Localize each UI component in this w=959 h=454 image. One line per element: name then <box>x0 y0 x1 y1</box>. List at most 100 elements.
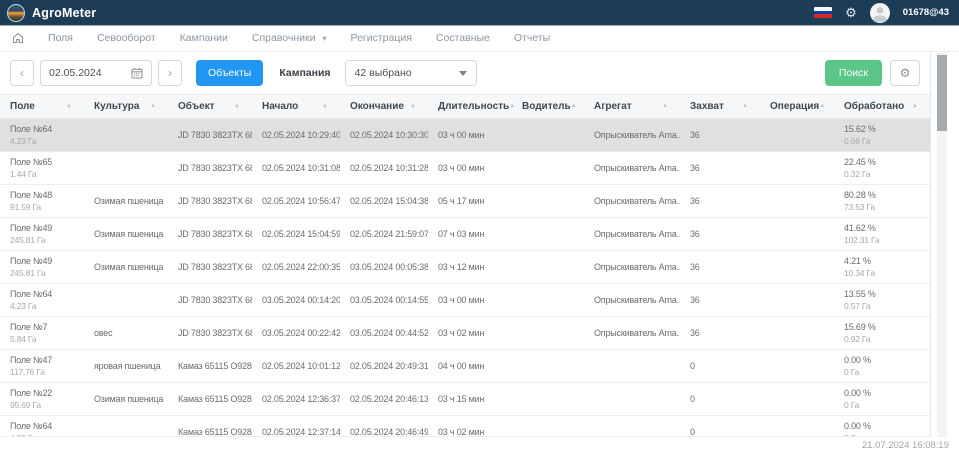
cell-start: 02.05.2024 10:01:12 <box>252 349 340 382</box>
table-row[interactable]: Поле №64 4.23 Га JD 7830 3823TX 68 03.05… <box>0 283 930 316</box>
table-row[interactable]: Поле №49 245.81 Га Озимая пшеница JD 783… <box>0 250 930 283</box>
column-header-duration[interactable]: Длительность▲ <box>428 95 512 118</box>
cell-width: 0 <box>680 382 760 415</box>
cell-width: 36 <box>680 316 760 349</box>
cell-operation <box>760 184 834 217</box>
cell-duration: 03 ч 00 мин <box>428 151 512 184</box>
cell-width: 36 <box>680 250 760 283</box>
column-header-operation[interactable]: Операция▲ <box>760 95 834 118</box>
cell-processed: 0.00 % 0 Га <box>834 349 930 382</box>
cell-processed: 15.62 % 0.66 Га <box>834 118 930 151</box>
cell-start: 02.05.2024 12:37:14 <box>252 415 340 436</box>
cell-object: JD 7830 3823TX 68 <box>168 250 252 283</box>
cell-driver <box>512 382 584 415</box>
app-title: AgroMeter <box>32 6 96 20</box>
chevron-down-icon: ▾ <box>323 34 327 43</box>
cell-duration: 03 ч 12 мин <box>428 250 512 283</box>
settings-gear-icon[interactable]: ⚙ <box>845 6 857 19</box>
cell-start: 03.05.2024 00:22:42 <box>252 316 340 349</box>
cell-processed: 0.00 % 0 Га <box>834 415 930 436</box>
nav-label: Отчеты <box>514 32 550 44</box>
operations-table: Поле▲ Культура▲ Объект▲ Начало▲ Окончани… <box>0 95 930 436</box>
column-header-processed[interactable]: Обработано▲ <box>834 95 930 118</box>
column-header-start[interactable]: Начало▲ <box>252 95 340 118</box>
cell-processed: 41.62 % 102.31 Га <box>834 217 930 250</box>
date-input[interactable]: 02.05.2024 <box>40 60 152 86</box>
sort-icon: ▲ <box>662 103 668 109</box>
cell-end: 03.05.2024 00:14:55 <box>340 283 428 316</box>
content-area: ‹ 02.05.2024 › Объекты Кампания 42 выбра… <box>0 52 931 437</box>
table-row[interactable]: Поле №7 5.84 Га овес JD 7830 3823TX 68 0… <box>0 316 930 349</box>
campaign-label: Кампания <box>279 67 330 79</box>
table-header-row: Поле▲ Культура▲ Объект▲ Начало▲ Окончани… <box>0 95 930 118</box>
nav-item-registration[interactable]: Регистрация <box>351 32 412 44</box>
cell-object: JD 7830 3823TX 68 <box>168 118 252 151</box>
column-header-field[interactable]: Поле▲ <box>0 95 84 118</box>
scrollbar-thumb[interactable] <box>937 55 947 131</box>
table-row[interactable]: Поле №64 4.23 Га Камаз 65115 О928МС... 0… <box>0 415 930 436</box>
cell-operation <box>760 118 834 151</box>
date-next-button[interactable]: › <box>158 60 182 86</box>
user-avatar[interactable] <box>870 3 890 23</box>
username[interactable]: 01678@43 <box>903 7 949 18</box>
cell-culture: Озимая пшеница <box>84 382 168 415</box>
cell-processed: 22.45 % 0.32 Га <box>834 151 930 184</box>
nav-home[interactable] <box>12 32 24 44</box>
column-header-implement[interactable]: Агрегат▲ <box>584 95 680 118</box>
cell-operation <box>760 217 834 250</box>
cell-end: 03.05.2024 00:05:38 <box>340 250 428 283</box>
column-header-width[interactable]: Захват▲ <box>680 95 760 118</box>
nav-item-reports[interactable]: Отчеты <box>514 32 550 44</box>
column-header-end[interactable]: Окончание▲ <box>340 95 428 118</box>
cell-driver <box>512 184 584 217</box>
cell-object: Камаз 65115 О928МС... <box>168 382 252 415</box>
table-row[interactable]: Поле №48 91.59 Га Озимая пшеница JD 7830… <box>0 184 930 217</box>
brand: AgroMeter <box>7 4 96 22</box>
objects-button[interactable]: Объекты <box>196 60 263 86</box>
cell-implement: Опрыскиватель Ama... <box>584 250 680 283</box>
search-button[interactable]: Поиск <box>825 60 882 86</box>
cell-culture: Озимая пшеница <box>84 217 168 250</box>
nav-item-fields[interactable]: Поля <box>48 32 73 44</box>
cell-driver <box>512 349 584 382</box>
table-row[interactable]: Поле №49 245.81 Га Озимая пшеница JD 783… <box>0 217 930 250</box>
cell-implement: Опрыскиватель Ama... <box>584 184 680 217</box>
topbar-right: ⚙ 01678@43 <box>814 3 949 23</box>
date-value: 02.05.2024 <box>49 67 102 79</box>
nav-item-directories[interactable]: Справочники ▾ <box>252 32 327 44</box>
cell-culture <box>84 415 168 436</box>
cell-object: JD 7830 3823TX 68 <box>168 217 252 250</box>
table-row[interactable]: Поле №47 117.76 Га яровая пшеница Камаз … <box>0 349 930 382</box>
topbar: AgroMeter ⚙ 01678@43 <box>0 0 959 25</box>
cell-end: 02.05.2024 15:04:38 <box>340 184 428 217</box>
table-settings-button[interactable]: ⚙ <box>890 60 920 86</box>
cell-implement: Опрыскиватель Ama... <box>584 118 680 151</box>
calendar-icon <box>131 67 143 79</box>
table-row[interactable]: Поле №65 1.44 Га JD 7830 3823TX 68 02.05… <box>0 151 930 184</box>
cell-operation <box>760 316 834 349</box>
date-prev-button[interactable]: ‹ <box>10 60 34 86</box>
cell-operation <box>760 151 834 184</box>
nav-item-composites[interactable]: Составные <box>436 32 490 44</box>
cell-duration: 03 ч 02 мин <box>428 316 512 349</box>
cell-operation <box>760 349 834 382</box>
column-header-object[interactable]: Объект▲ <box>168 95 252 118</box>
table-row[interactable]: Поле №22 95.69 Га Озимая пшеница Камаз 6… <box>0 382 930 415</box>
language-flag-icon[interactable] <box>814 7 832 18</box>
cell-object: JD 7830 3823TX 68 <box>168 151 252 184</box>
sort-icon: ▲ <box>66 103 72 109</box>
column-header-driver[interactable]: Водитель▲ <box>512 95 584 118</box>
vertical-scrollbar[interactable] <box>937 53 947 437</box>
table-body: Поле №64 4.23 Га JD 7830 3823TX 68 02.05… <box>0 118 930 436</box>
nav-item-crop-rotation[interactable]: Севооборот <box>97 32 156 44</box>
campaign-select[interactable]: 42 выбрано <box>345 60 477 86</box>
cell-duration: 04 ч 00 мин <box>428 349 512 382</box>
cell-duration: 03 ч 02 мин <box>428 415 512 436</box>
cell-end: 02.05.2024 10:31:28 <box>340 151 428 184</box>
cell-object: JD 7830 3823TX 68 <box>168 283 252 316</box>
table-row[interactable]: Поле №64 4.23 Га JD 7830 3823TX 68 02.05… <box>0 118 930 151</box>
cell-end: 02.05.2024 20:49:31 <box>340 349 428 382</box>
nav-item-campaigns[interactable]: Кампании <box>180 32 228 44</box>
cell-culture: Озимая пшеница <box>84 184 168 217</box>
column-header-culture[interactable]: Культура▲ <box>84 95 168 118</box>
